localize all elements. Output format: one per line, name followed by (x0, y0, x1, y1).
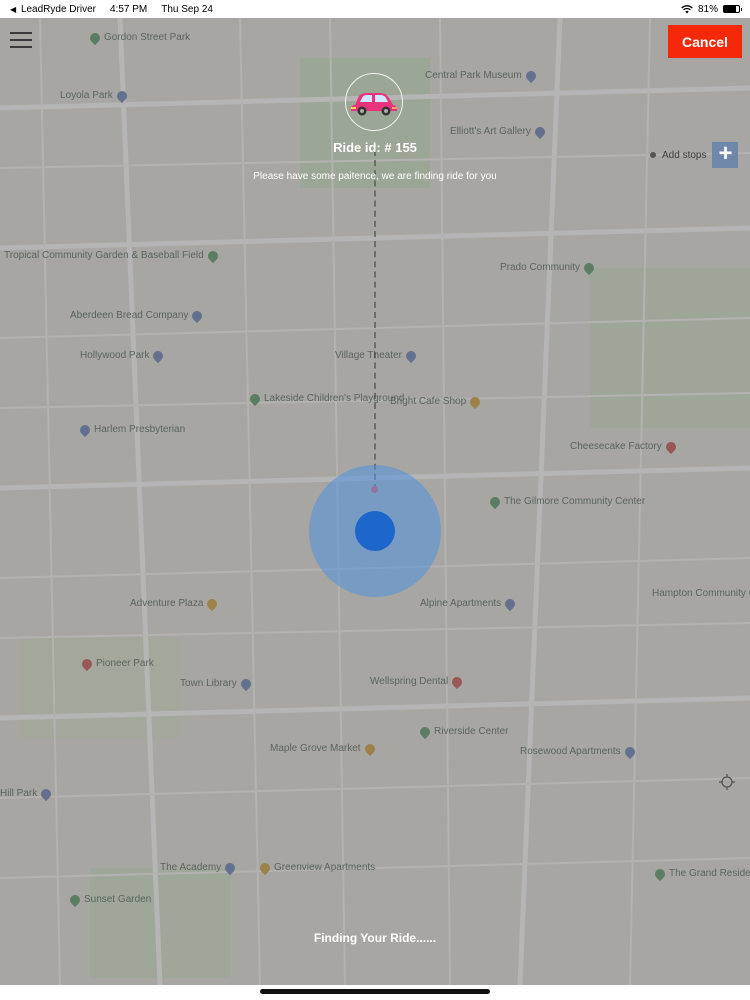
battery-level (724, 6, 737, 12)
menu-line (10, 39, 32, 41)
battery-percent: 81% (697, 3, 718, 15)
route-line (374, 150, 376, 490)
status-bar: ◀ LeadRyde Driver 4:57 PM Thu Sep 24 81% (0, 0, 750, 18)
back-arrow-icon: ◀ (10, 4, 17, 14)
status-left: ◀ LeadRyde Driver 4:57 PM Thu Sep 24 (10, 4, 213, 15)
bottom-bar (0, 985, 750, 1000)
status-date: Thu Sep 24 (161, 3, 213, 15)
hamburger-menu-icon[interactable] (10, 32, 32, 48)
cancel-button[interactable]: Cancel (668, 25, 742, 58)
back-app-label: LeadRyde Driver (20, 3, 96, 15)
status-right: 81% (681, 3, 742, 15)
menu-line (10, 46, 32, 48)
status-time: 4:57 PM (109, 3, 148, 15)
wifi-icon (681, 4, 693, 13)
menu-line (10, 32, 32, 34)
finding-ride-status: Finding Your Ride...... (313, 931, 437, 945)
ride-id: Ride id: # 155 (333, 140, 417, 155)
car-icon (351, 93, 397, 116)
locate-icon[interactable] (719, 774, 735, 790)
home-indicator[interactable] (260, 989, 490, 994)
battery-icon (723, 5, 742, 13)
car-badge (345, 73, 403, 131)
current-location-dot (355, 511, 395, 551)
back-to-app-link[interactable]: ◀ LeadRyde Driver (10, 4, 96, 15)
searching-message: Please have some paitence, we are findin… (253, 171, 497, 182)
